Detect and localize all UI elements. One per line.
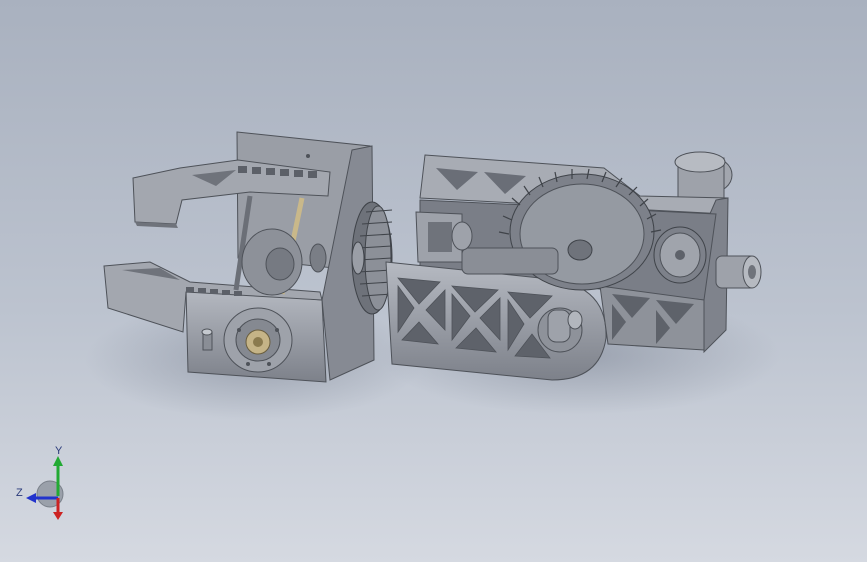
gripper-assembly-model[interactable] — [0, 0, 867, 562]
pinion-gear[interactable] — [653, 226, 707, 284]
coupling-gear[interactable] — [351, 201, 393, 315]
gearbox-housing[interactable] — [385, 151, 762, 381]
cad-viewport[interactable]: Y Z — [0, 0, 867, 562]
z-axis-label: Z — [16, 487, 23, 499]
orientation-triad: Y Z — [16, 445, 64, 520]
y-axis-label: Y — [55, 445, 63, 457]
